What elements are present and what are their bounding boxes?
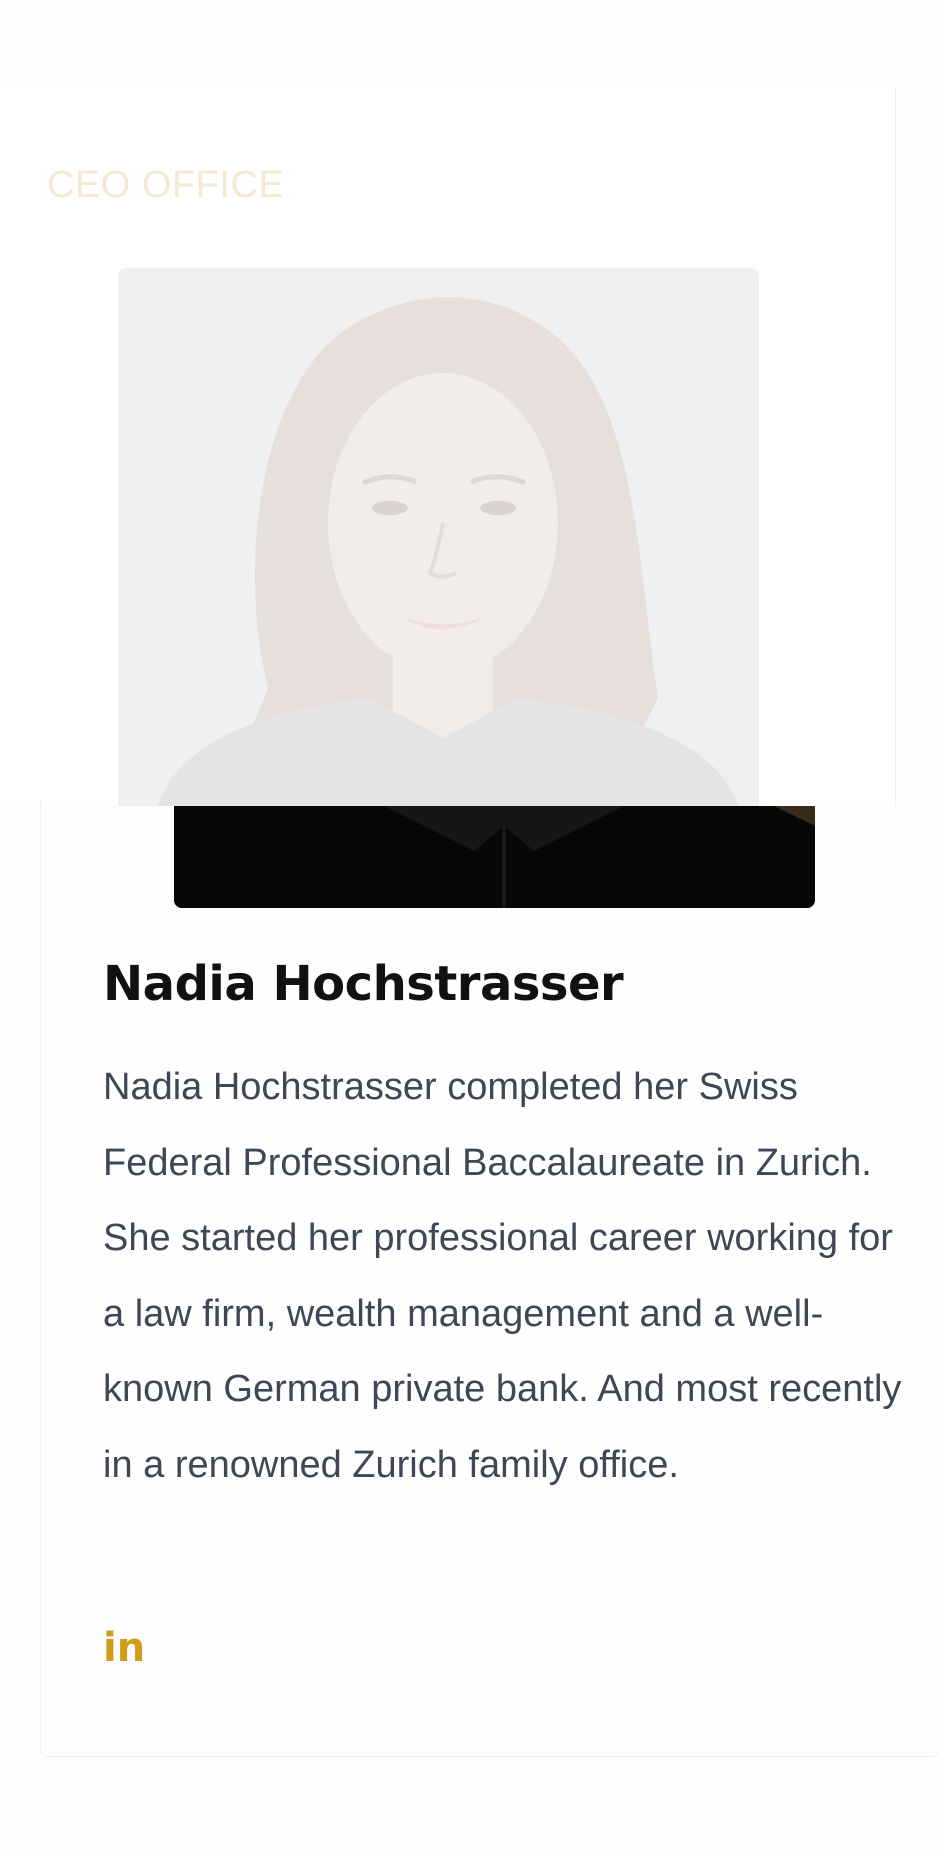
- member-name: Nadia Hochstrasser: [103, 956, 624, 1012]
- member-photo-lower: [174, 806, 815, 908]
- linkedin-icon[interactable]: in: [103, 1628, 145, 1668]
- section-title: CEO OFFICE: [47, 164, 285, 206]
- member-bio: Nadia Hochstrasser completed her Swiss F…: [103, 1066, 902, 1486]
- page: CEO OFFICE Nadia Hochstrasser Nadia Hoch…: [0, 0, 939, 1850]
- member-photo: [118, 268, 759, 806]
